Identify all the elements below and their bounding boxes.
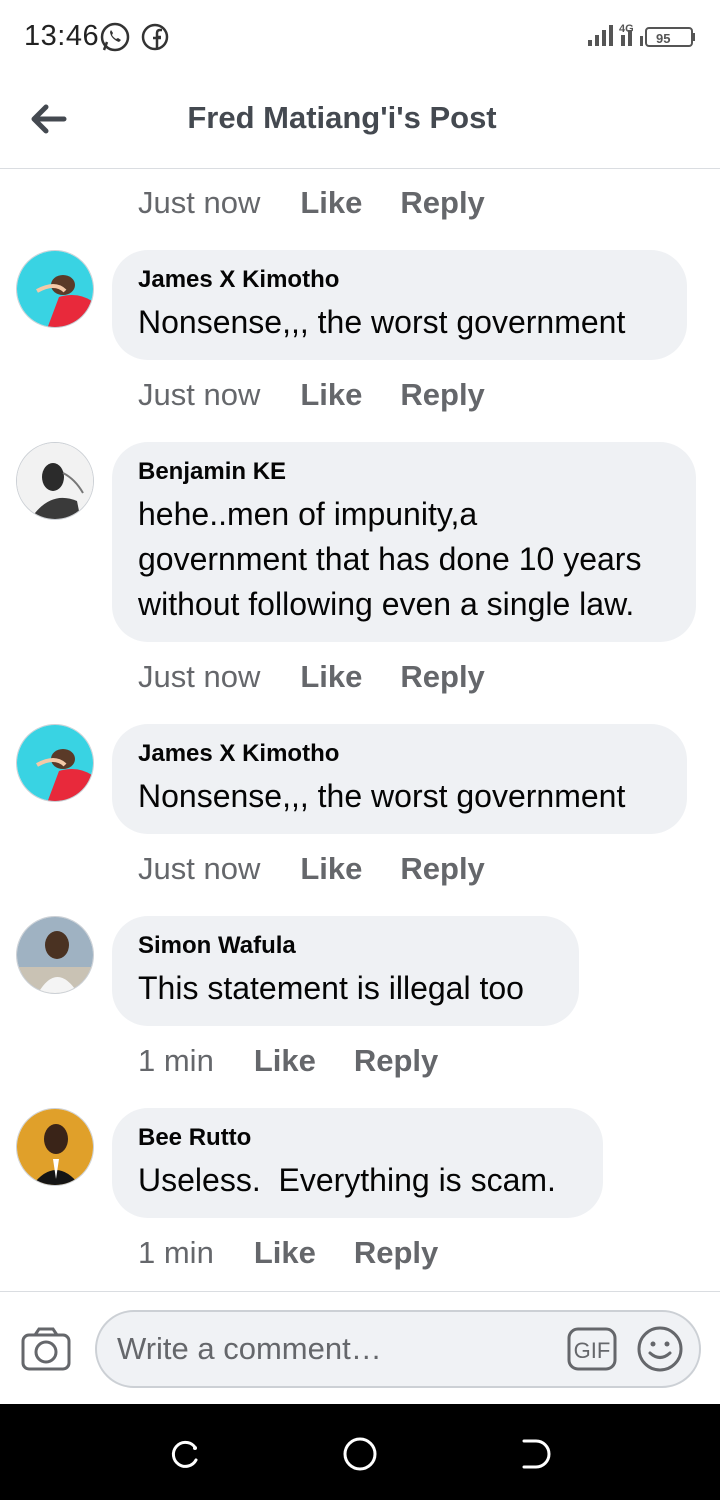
reply-button[interactable]: Reply bbox=[400, 377, 484, 413]
comment-bubble[interactable]: Simon Wafula This statement is illegal t… bbox=[112, 916, 579, 1026]
comment-actions: Just now Like Reply bbox=[138, 373, 523, 417]
comment-bubble[interactable]: James X Kimotho Nonsense,,, the worst go… bbox=[112, 724, 687, 834]
home-icon bbox=[343, 1437, 377, 1471]
reply-button[interactable]: Reply bbox=[400, 659, 484, 695]
reply-button[interactable]: Reply bbox=[354, 1043, 438, 1079]
comment-composer: GIF bbox=[0, 1291, 720, 1405]
back-nav-button[interactable] bbox=[516, 1434, 556, 1474]
reply-button[interactable]: Reply bbox=[354, 1235, 438, 1271]
like-button[interactable]: Like bbox=[300, 377, 362, 413]
avatar[interactable] bbox=[16, 250, 94, 328]
facebook-status-icon bbox=[141, 23, 169, 51]
comment-time: 1 min bbox=[138, 1043, 214, 1078]
comment-author[interactable]: Benjamin KE bbox=[138, 458, 670, 486]
comment-time: Just now bbox=[138, 185, 261, 220]
recents-button[interactable] bbox=[164, 1434, 204, 1474]
home-button[interactable] bbox=[340, 1434, 380, 1474]
comment-text: Nonsense,,, the worst government bbox=[138, 304, 626, 340]
avatar[interactable] bbox=[16, 916, 94, 994]
gif-button[interactable]: GIF bbox=[567, 1327, 617, 1371]
comment-time: Just now bbox=[138, 659, 261, 694]
like-button[interactable]: Like bbox=[300, 851, 362, 887]
comments-feed[interactable]: Just now Like Reply James X Kimotho Nons… bbox=[0, 169, 720, 1291]
like-button[interactable]: Like bbox=[300, 185, 362, 221]
like-button[interactable]: Like bbox=[254, 1043, 316, 1079]
avatar[interactable] bbox=[16, 1108, 94, 1186]
emoji-icon bbox=[637, 1326, 683, 1372]
svg-text:95: 95 bbox=[656, 31, 670, 46]
reply-button[interactable]: Reply bbox=[400, 851, 484, 887]
avatar[interactable] bbox=[16, 724, 94, 802]
comment-author[interactable]: James X Kimotho bbox=[138, 740, 661, 768]
comment-text-line: hehe..men of impunity,a bbox=[138, 496, 478, 532]
camera-button[interactable] bbox=[20, 1326, 74, 1374]
emoji-button[interactable] bbox=[635, 1324, 685, 1374]
comment-text: Nonsense,,, the worst government bbox=[138, 778, 626, 814]
like-button[interactable]: Like bbox=[254, 1235, 316, 1271]
signal-battery-icons: 4G 95 bbox=[588, 23, 695, 47]
comment-text: Useless. Everything is scam. bbox=[138, 1162, 556, 1198]
recents-icon bbox=[171, 1440, 198, 1468]
whatsapp-icon bbox=[100, 22, 130, 52]
post-header: Fred Matiang'i's Post bbox=[0, 72, 720, 169]
gif-icon: GIF bbox=[567, 1327, 617, 1371]
page-title: Fred Matiang'i's Post bbox=[187, 100, 497, 135]
comment-actions: 1 min Like Reply bbox=[138, 1231, 476, 1275]
status-time: 13:46 bbox=[24, 20, 100, 52]
back-nav-icon bbox=[522, 1439, 551, 1469]
comment-actions: Just now Like Reply bbox=[138, 181, 523, 225]
comment-time: Just now bbox=[138, 377, 261, 412]
comment-bubble[interactable]: James X Kimotho Nonsense,,, the worst go… bbox=[112, 250, 687, 360]
comment-author[interactable]: Simon Wafula bbox=[138, 932, 553, 960]
comment-bubble[interactable]: Benjamin KE hehe..men of impunity,a gove… bbox=[112, 442, 696, 642]
comment-actions: Just now Like Reply bbox=[138, 847, 523, 891]
comment-text: This statement is illegal too bbox=[138, 970, 524, 1006]
comment-text-line: government that has done 10 years bbox=[138, 541, 642, 577]
comment-text-line: without following even a single law. bbox=[138, 586, 635, 622]
comment-actions: Just now Like Reply bbox=[138, 655, 523, 699]
comment-bubble[interactable]: Bee Rutto Useless. Everything is scam. bbox=[112, 1108, 603, 1218]
avatar[interactable] bbox=[16, 442, 94, 520]
comment-author[interactable]: Bee Rutto bbox=[138, 1124, 577, 1152]
status-bar: 13:46 4G 95 bbox=[0, 0, 720, 72]
comment-time: 1 min bbox=[138, 1235, 214, 1270]
comment-author[interactable]: James X Kimotho bbox=[138, 266, 661, 294]
svg-text:GIF: GIF bbox=[574, 1338, 611, 1363]
comment-time: Just now bbox=[138, 851, 261, 886]
reply-button[interactable]: Reply bbox=[400, 185, 484, 221]
like-button[interactable]: Like bbox=[300, 659, 362, 695]
comment-actions: 1 min Like Reply bbox=[138, 1039, 476, 1083]
camera-icon bbox=[21, 1327, 71, 1371]
system-nav-bar bbox=[0, 1404, 720, 1500]
